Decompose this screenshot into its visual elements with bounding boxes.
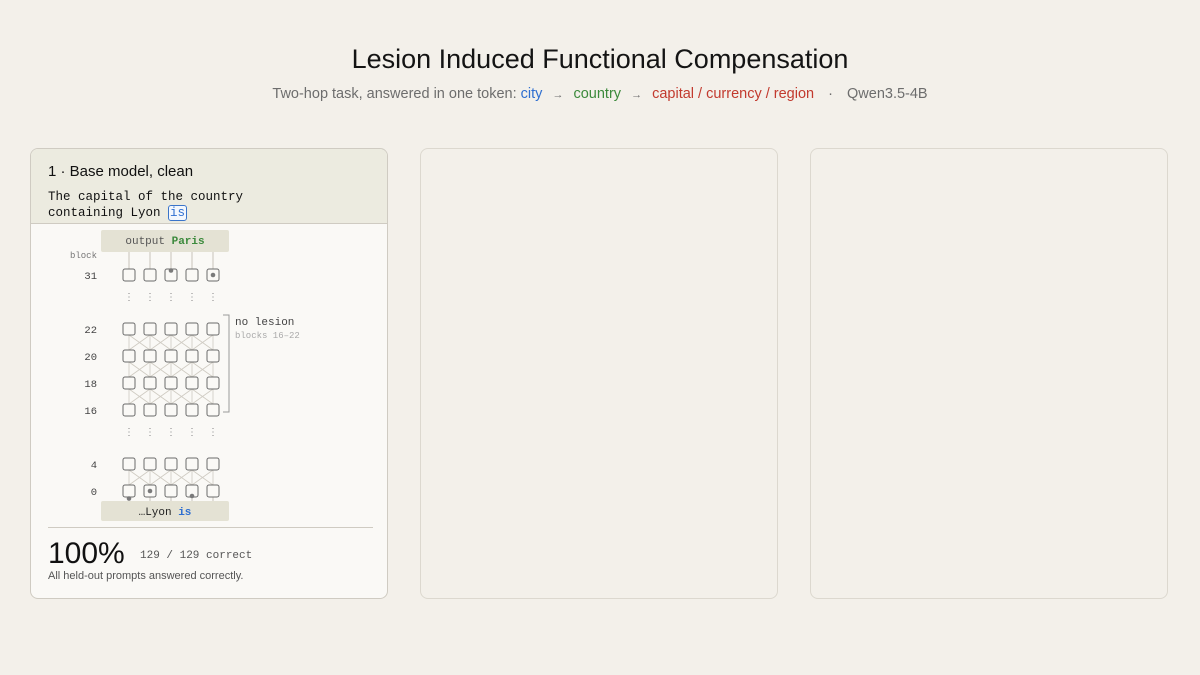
- page-title: Lesion Induced Functional Compensation: [351, 44, 849, 74]
- ellipsis-icon: ⋮: [124, 293, 134, 304]
- block-unit: [164, 376, 178, 390]
- block-unit: [164, 457, 178, 471]
- block-unit: [164, 349, 178, 363]
- block-unit: [185, 403, 199, 417]
- activation-dot: [189, 493, 195, 499]
- arrow-right-icon: →: [552, 89, 564, 101]
- block-unit: [164, 484, 178, 498]
- ellipsis-icon: ⋮: [145, 428, 155, 439]
- prompt-line-1: The capital of the country: [48, 190, 244, 204]
- activation-dot: [147, 488, 153, 494]
- block-unit: [206, 322, 220, 336]
- block-unit: [206, 484, 220, 498]
- block-unit: [206, 376, 220, 390]
- block-unit: [122, 457, 136, 471]
- ellipsis-icon: ⋮: [145, 293, 155, 304]
- block-unit: [206, 403, 220, 417]
- accuracy-value: 100%: [48, 537, 125, 570]
- block-unit: [122, 322, 136, 336]
- block-label-4: 4: [91, 460, 97, 472]
- activation-dot: [126, 496, 132, 501]
- block-unit: [143, 376, 157, 390]
- block-unit: [164, 322, 178, 336]
- model-name: Qwen3.5-4B: [847, 86, 928, 102]
- block-label-18: 18: [84, 379, 97, 391]
- hop-target: capital / currency / region: [652, 86, 815, 102]
- subtitle-prefix: Two-hop task, answered in one token:: [272, 86, 517, 102]
- block-unit: [164, 403, 178, 417]
- ellipsis-icon: ⋮: [187, 293, 197, 304]
- arrow-right-icon: →: [631, 89, 643, 101]
- ellipsis-icon: ⋮: [166, 293, 176, 304]
- panel-3-empty: [810, 148, 1168, 599]
- block-unit: [185, 349, 199, 363]
- block-axis-label: block: [70, 251, 97, 261]
- block-unit: [143, 349, 157, 363]
- block-unit: [185, 322, 199, 336]
- block-unit: [143, 322, 157, 336]
- block-unit: [143, 268, 157, 282]
- hop-city: city: [520, 86, 543, 102]
- activation-dot: [210, 272, 216, 278]
- ellipsis-icon: ⋮: [208, 293, 218, 304]
- prompt-line-2: containing Lyon: [48, 206, 169, 220]
- correct-count: 129 / 129 correct: [140, 550, 253, 562]
- hop-country: country: [573, 86, 622, 102]
- block-diagram: output Paris block 31 22 20 18 16 4 0 ⋮ ⋮ ⋮ ⋮ ⋮ ⋮ ⋮ ⋮…: [31, 223, 387, 523]
- block-unit: [206, 457, 220, 471]
- block-unit: [122, 484, 136, 498]
- block-unit: [185, 376, 199, 390]
- ellipsis-icon: ⋮: [187, 428, 197, 439]
- block-label-0: 0: [91, 487, 97, 499]
- panel-2-empty: [420, 148, 778, 599]
- ellipsis-icon: ⋮: [166, 428, 176, 439]
- block-label-31: 31: [84, 271, 97, 283]
- block-label-20: 20: [84, 352, 97, 364]
- ellipsis-icon: ⋮: [208, 428, 218, 439]
- panel-base-clean: 1 · Base model, clean The capital of the…: [30, 148, 388, 599]
- page-subtitle: Two-hop task, answered in one token: cit…: [0, 86, 1200, 102]
- block-unit: [206, 349, 220, 363]
- block-label-22: 22: [84, 325, 97, 337]
- panel-title: 1 · Base model, clean: [48, 163, 194, 180]
- block-unit: [122, 349, 136, 363]
- lesion-label: no lesion: [235, 317, 294, 329]
- lesion-bracket: [223, 314, 230, 413]
- accuracy-note: All held-out prompts answered correctly.: [48, 570, 244, 582]
- lesion-range: blocks 16–22: [235, 331, 300, 341]
- block-unit: [143, 457, 157, 471]
- block-unit: [122, 268, 136, 282]
- block-unit: [185, 457, 199, 471]
- input-text: …Lyon is: [139, 507, 192, 519]
- separator-dot: ·: [828, 86, 833, 102]
- accuracy-section: 100% 129 / 129 correct All held-out prom…: [48, 527, 373, 582]
- block-label-16: 16: [84, 406, 97, 418]
- block-unit: [185, 268, 199, 282]
- output-text: output Paris: [125, 236, 204, 248]
- block-unit: [122, 376, 136, 390]
- activation-dot: [168, 268, 174, 273]
- ellipsis-icon: ⋮: [124, 428, 134, 439]
- panel-header: 1 · Base model, clean The capital of the…: [31, 149, 387, 224]
- block-unit: [143, 403, 157, 417]
- prompt-highlight-token: is: [168, 205, 188, 221]
- block-unit: [122, 403, 136, 417]
- prompt-text: The capital of the country containing Ly…: [48, 189, 243, 221]
